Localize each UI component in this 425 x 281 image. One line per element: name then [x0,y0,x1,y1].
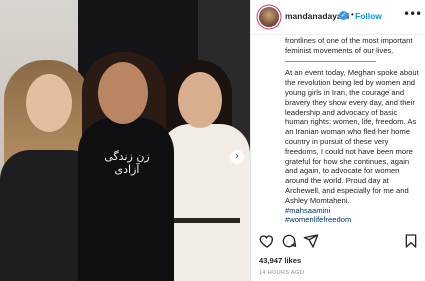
follow-button[interactable]: Follow [355,11,382,21]
share-icon[interactable] [303,233,319,249]
bookmark-icon[interactable] [403,233,419,249]
post-panel: mandanadayani ✓ • Follow ••• frontlines … [250,0,425,281]
post-header: mandanadayani ✓ • Follow ••• [251,0,425,35]
person-right-belt [170,218,240,223]
hashtag-mahsaamini[interactable]: #mahsaamini [285,206,330,215]
post-timestamp[interactable]: 14 HOURS AGO [259,270,304,276]
caption-body: At an event today, Meghan spoke about th… [285,68,419,205]
action-bar [251,233,425,251]
instagram-post: زن زندگی آزادی › mandanadayani ✓ • Follo… [0,0,425,281]
post-photo[interactable]: زن زندگی آزادی › [0,0,250,281]
more-options-icon[interactable]: ••• [403,7,422,21]
separator-dot: • [351,10,354,19]
caption-line-1: frontlines of one of the most important … [285,36,413,55]
hashtag-womenlifefreedom[interactable]: #womenlifefreedom [285,215,351,224]
chevron-right-icon[interactable]: › [230,150,244,164]
avatar[interactable] [259,7,279,27]
person-center-face [98,62,148,124]
post-caption: frontlines of one of the most important … [285,36,421,226]
person-right-face [178,72,222,128]
person-left-face [26,74,72,132]
caption-rule: ———————————— [285,55,377,65]
comment-icon[interactable] [281,233,297,249]
heart-icon[interactable] [259,233,275,249]
person-center-body [78,118,174,281]
like-count[interactable]: 43,947 likes [259,256,301,265]
shirt-text: زن زندگی آزادی [104,150,150,176]
verified-badge-icon: ✓ [339,11,348,20]
